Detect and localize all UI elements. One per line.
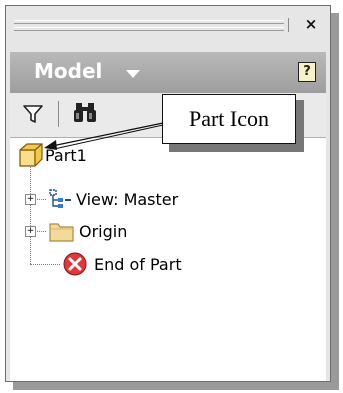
browser-header: Model ? — [10, 52, 326, 93]
binoculars-icon[interactable] — [72, 101, 98, 125]
model-tree: Part1 + View: Master + Origin End of Par… — [10, 137, 326, 381]
tree-item-label: Part1 — [45, 145, 87, 165]
tree-connector — [30, 164, 31, 264]
model-browser-panel: × Model ? Part1 + View: Master + Origin … — [5, 5, 331, 382]
close-icon[interactable]: × — [302, 15, 320, 33]
expand-icon[interactable]: + — [25, 226, 36, 237]
expand-icon[interactable]: + — [25, 194, 36, 205]
help-button[interactable]: ? — [298, 62, 316, 82]
tree-item-end-of-part[interactable]: End of Part — [62, 251, 182, 277]
tree-item-label: Origin — [79, 221, 128, 241]
filter-icon[interactable] — [22, 103, 44, 125]
chevron-down-icon[interactable] — [126, 70, 140, 78]
tree-item-label: View: Master — [76, 189, 179, 209]
part-cube-icon — [19, 143, 43, 167]
panel-grip-bar[interactable] — [14, 20, 284, 31]
tree-connector — [30, 264, 60, 265]
tree-item-origin[interactable]: Origin — [48, 218, 127, 244]
folder-icon — [49, 223, 74, 242]
tree-item-part1[interactable]: Part1 — [18, 142, 87, 168]
tree-item-view-master[interactable]: View: Master — [48, 186, 178, 212]
tree-item-label: End of Part — [94, 254, 182, 274]
toolbar-separator — [58, 101, 59, 127]
view-representation-icon — [49, 189, 71, 208]
part-icon-callout: Part Icon — [162, 94, 296, 144]
end-of-part-icon — [63, 252, 87, 276]
model-dropdown-label[interactable]: Model — [34, 59, 102, 83]
grip-divider — [288, 18, 289, 32]
